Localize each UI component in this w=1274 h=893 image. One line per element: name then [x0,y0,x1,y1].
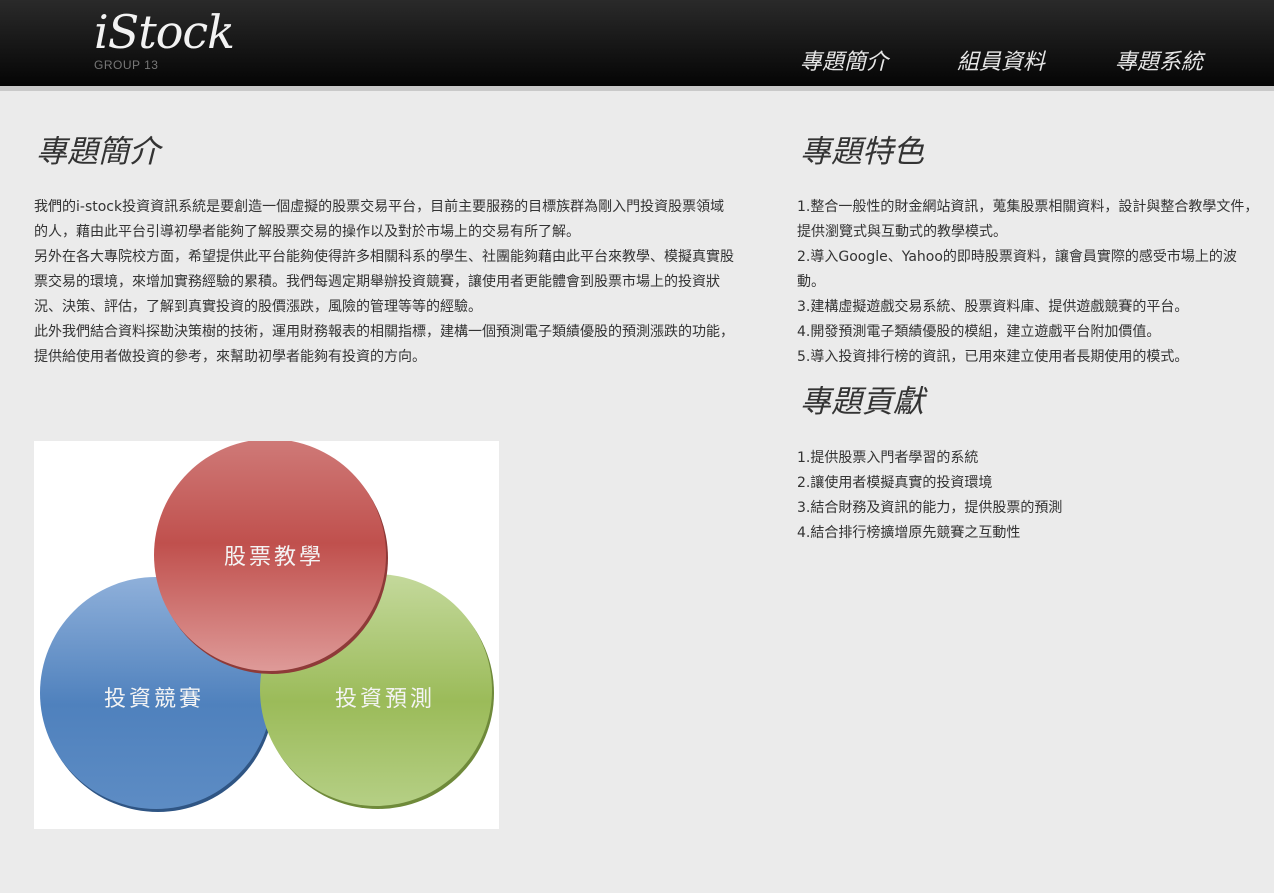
intro-paragraphs: 我們的i-stock投資資訊系統是要創造一個虛擬的股票交易平台，目前主要服務的目… [34,195,736,370]
contributions-list: 1.提供股票入門者學習的系統 2.讓使用者模擬真實的投資環境 3.結合財務及資訊… [797,446,1259,546]
contributions-item-2: 2.讓使用者模擬真實的投資環境 [797,475,993,491]
intro-paragraph-1: 我們的i-stock投資資訊系統是要創造一個虛擬的股票交易平台，目前主要服務的目… [34,199,725,240]
features-item-2: 2.導入Google、Yahoo的即時股票資料，讓會員實際的感受市場上的波動。 [797,249,1237,290]
contributions-title: 專題貢獻 [800,384,924,420]
venn-label-teaching: 股票教學 [224,545,324,570]
intro-paragraph-3: 此外我們結合資料探勘決策樹的技術，運用財務報表的相關指標，建構一個預測電子類績優… [34,324,734,365]
intro-paragraph-2: 另外在各大專院校方面，希望提供此平台能夠使得許多相關科系的學生、社團能夠藉由此平… [34,249,734,315]
contributions-item-3: 3.結合財務及資訊的能力，提供股票的預測 [797,500,1063,516]
contributions-item-4: 4.結合排行榜擴增原先競賽之互動性 [797,525,1021,541]
features-title: 專題特色 [800,134,924,170]
features-list: 1.整合一般性的財金網站資訊，蒐集股票相關資料，設計與整合教學文件，提供瀏覽式與… [797,195,1259,370]
intro-title: 專題簡介 [36,134,160,170]
logo-subtitle: GROUP 13 [94,58,159,72]
nav-item-intro[interactable]: 專題簡介 [800,44,888,76]
features-item-3: 3.建構虛擬遊戲交易系統、股票資料庫、提供遊戲競賽的平台。 [797,299,1189,315]
logo-title[interactable]: iStock [94,4,235,60]
venn-diagram-image: 股票教學 投資競賽 投資預測 [34,439,499,829]
features-item-1: 1.整合一般性的財金網站資訊，蒐集股票相關資料，設計與整合教學文件，提供瀏覽式與… [797,199,1259,240]
features-item-5: 5.導入投資排行榜的資訊，已用來建立使用者長期使用的模式。 [797,349,1189,365]
features-item-4: 4.開發預測電子類績優股的模組，建立遊戲平台附加價值。 [797,324,1161,340]
nav-item-members[interactable]: 組員資料 [957,44,1045,76]
venn-label-competition: 投資競賽 [104,687,204,712]
venn-diagram: 股票教學 投資競賽 投資預測 [40,439,494,812]
venn-label-prediction: 投資預測 [335,687,435,712]
site-header: iStock GROUP 13 專題簡介 組員資料 專題系統 [0,0,1274,91]
contributions-item-1: 1.提供股票入門者學習的系統 [797,450,979,466]
nav-item-system[interactable]: 專題系統 [1115,44,1203,76]
